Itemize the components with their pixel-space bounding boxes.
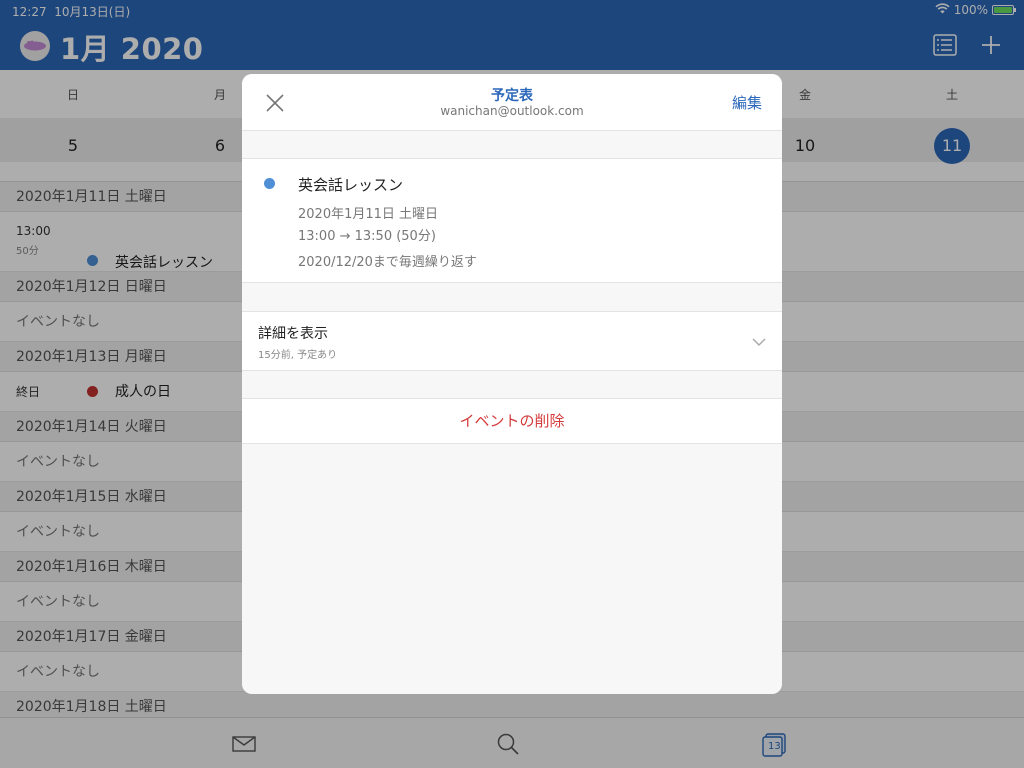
delete-row[interactable]: イベントの削除 <box>242 398 782 444</box>
details-row[interactable]: 詳細を表示 15分前, 予定あり <box>242 311 782 371</box>
event-title: 英会話レッスン <box>298 176 404 194</box>
delete-event-button[interactable]: イベントの削除 <box>242 410 782 431</box>
details-label: 詳細を表示 <box>258 326 328 342</box>
event-detail-modal: 予定表 wanichan@outlook.com 編集 英会話レッスン 2020… <box>242 74 782 694</box>
modal-header: 予定表 wanichan@outlook.com 編集 <box>242 74 782 131</box>
event-summary-card: 英会話レッスン 2020年1月11日 土曜日 13:00 → 13:50 (50… <box>242 158 782 283</box>
calendar-color-dot <box>264 178 275 189</box>
modal-title: 予定表 <box>491 88 533 104</box>
modal-account: wanichan@outlook.com <box>440 104 584 118</box>
chevron-down-icon <box>752 334 766 348</box>
edit-button[interactable]: 編集 <box>732 92 762 113</box>
event-date: 2020年1月11日 土曜日 <box>298 207 439 222</box>
event-time: 13:00 → 13:50 (50分) <box>298 229 436 244</box>
event-recurrence: 2020/12/20まで毎週繰り返す <box>298 255 477 270</box>
details-sub: 15分前, 予定あり <box>258 350 338 361</box>
